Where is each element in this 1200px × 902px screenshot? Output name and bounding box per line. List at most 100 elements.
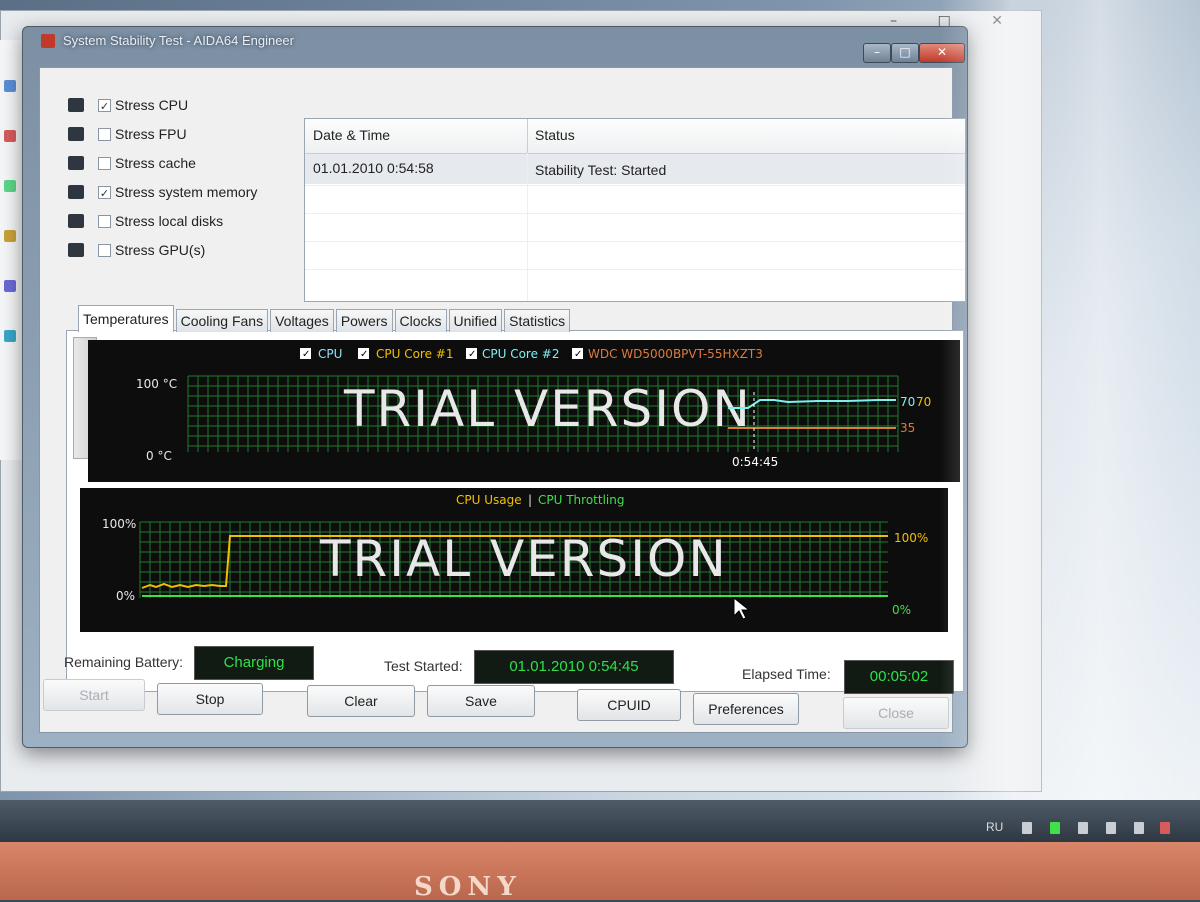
usage-right-min-label: 0% (892, 603, 911, 617)
legend-cpu-core-2: CPU Core #2 (482, 347, 560, 361)
stop-button[interactable]: Stop (157, 683, 263, 715)
tab-statistics[interactable]: Statistics (504, 309, 571, 332)
stress-gpu-label: Stress GPU(s) (115, 242, 206, 258)
time-label: 0:54:45 (732, 455, 778, 469)
app-icon (4, 280, 16, 292)
close-button[interactable]: Close (843, 697, 949, 729)
stress-disks-checkbox[interactable] (98, 214, 111, 228)
trial-watermark: TRIAL VERSION (343, 380, 752, 438)
tab-clocks[interactable]: Clocks (394, 309, 447, 332)
language-indicator[interactable]: RU (986, 820, 1003, 834)
window-client-area: ✓ Stress CPU Stress FPU Stress cache ✓ S… (39, 67, 966, 733)
test-started-label: Test Started: (384, 658, 463, 674)
stress-disks-label: Stress local disks (115, 213, 224, 229)
log-row[interactable]: 01.01.2010 0:54:58 Stability Test: Start… (305, 154, 965, 184)
stress-cpu-option[interactable]: ✓ Stress CPU (68, 94, 188, 116)
stress-memory-label: Stress system memory (115, 184, 258, 200)
folder-icon (4, 80, 16, 92)
log-cell-status: Stability Test: Started (535, 162, 667, 178)
tray-security-icon[interactable] (1050, 822, 1060, 834)
fpu-icon (68, 127, 84, 141)
legend-cpu: CPU (318, 347, 342, 361)
trial-watermark-2: TRIAL VERSION (319, 530, 728, 588)
usage-y-min-label: 0% (116, 589, 135, 603)
legend-cpu-usage: CPU Usage (456, 493, 522, 507)
log-empty-row (305, 185, 965, 214)
legend-disk: WDC WD5000BPVT-55HXZT3 (588, 347, 763, 361)
tray-flag-icon[interactable] (1160, 822, 1170, 834)
tab-unified[interactable]: Unified (448, 309, 503, 332)
clear-button[interactable]: Clear (307, 685, 415, 717)
minimize-button[interactable]: – (863, 43, 891, 63)
stability-test-window: System Stability Test - AIDA64 Engineer … (22, 26, 968, 748)
stress-cpu-checkbox[interactable]: ✓ (98, 98, 111, 113)
core2-legend-check: ✓ (468, 349, 476, 360)
stress-cache-option[interactable]: Stress cache (68, 152, 196, 174)
window-title: System Stability Test - AIDA64 Engineer (63, 33, 294, 48)
tab-voltages[interactable]: Voltages (270, 309, 334, 332)
app-icon (4, 330, 16, 342)
stress-disks-option[interactable]: Stress local disks (68, 210, 223, 232)
disk-icon (68, 214, 84, 228)
tab-temperatures[interactable]: Temperatures (78, 305, 174, 332)
temperature-graph: ✓ CPU ✓ CPU Core #1 ✓ CPU Core #2 ✓ WDC … (88, 340, 960, 482)
app-icon (4, 230, 16, 242)
log-header: Date & Time Status (305, 119, 965, 154)
stress-memory-option[interactable]: ✓ Stress system memory (68, 181, 257, 203)
cpu-usage-graph: CPU Usage | CPU Throttling 100% 0% 100% … (80, 488, 948, 632)
legend-separator: | (528, 493, 532, 507)
log-table[interactable]: Date & Time Status 01.01.2010 0:54:58 St… (304, 118, 966, 302)
log-empty-row (305, 241, 965, 270)
temp-value-label-2: 70 (916, 395, 931, 409)
stress-fpu-checkbox[interactable] (98, 127, 111, 141)
stress-cpu-label: Stress CPU (115, 97, 189, 113)
close-window-button[interactable]: ✕ (919, 43, 965, 63)
temp-y-min-label: 0 °C (146, 449, 172, 463)
tray-volume-icon[interactable] (1134, 822, 1144, 834)
tray-arrow-icon[interactable] (1022, 822, 1032, 834)
usage-y-max-label: 100% (102, 517, 136, 531)
cpuid-button[interactable]: CPUID (577, 689, 681, 721)
stress-gpu-checkbox[interactable] (98, 243, 111, 257)
stress-gpu-option[interactable]: Stress GPU(s) (68, 239, 205, 261)
column-header-status[interactable]: Status (527, 119, 965, 153)
temp-value-label-3: 35 (900, 421, 915, 435)
save-button[interactable]: Save (427, 685, 535, 717)
cpu-icon (68, 98, 84, 112)
elapsed-time-label: Elapsed Time: (742, 666, 831, 682)
stress-cache-label: Stress cache (115, 155, 196, 171)
stress-fpu-option[interactable]: Stress FPU (68, 123, 187, 145)
app-icon (4, 180, 16, 192)
legend-cpu-throttling: CPU Throttling (538, 493, 624, 507)
battery-value: Charging (194, 646, 314, 680)
stress-cache-checkbox[interactable] (98, 156, 111, 170)
start-button[interactable]: Start (43, 679, 145, 711)
tray-network-icon[interactable] (1078, 822, 1088, 834)
gpu-icon (68, 243, 84, 257)
battery-label: Remaining Battery: (64, 654, 184, 670)
temp-y-max-label: 100 °C (136, 377, 177, 391)
column-header-datetime[interactable]: Date & Time (305, 119, 528, 153)
mouse-cursor-icon (733, 596, 751, 620)
elapsed-time-value: 00:05:02 (844, 660, 954, 694)
log-empty-row (305, 269, 965, 298)
app-icon (4, 130, 16, 142)
title-bar[interactable]: System Stability Test - AIDA64 Engineer (23, 27, 967, 55)
tray-battery-icon[interactable] (1106, 822, 1116, 834)
disk-legend-check: ✓ (574, 349, 582, 360)
taskbar (0, 800, 1200, 842)
cpu-core-temp-line (728, 399, 896, 409)
laptop-bezel (0, 842, 1200, 900)
stress-fpu-label: Stress FPU (115, 126, 187, 142)
core1-legend-check: ✓ (360, 349, 368, 360)
temp-value-label-1: 70 (900, 395, 915, 409)
maximize-button[interactable]: □ (891, 43, 919, 63)
tab-cooling-fans[interactable]: Cooling Fans (175, 309, 269, 332)
tab-strip: Temperatures Cooling Fans Voltages Power… (78, 305, 572, 332)
brand-logo: SONY (414, 872, 522, 902)
log-empty-row (305, 213, 965, 242)
stress-memory-checkbox[interactable]: ✓ (98, 185, 111, 200)
preferences-button[interactable]: Preferences (693, 693, 799, 725)
usage-right-max-label: 100% (894, 531, 928, 545)
tab-powers[interactable]: Powers (335, 309, 393, 332)
